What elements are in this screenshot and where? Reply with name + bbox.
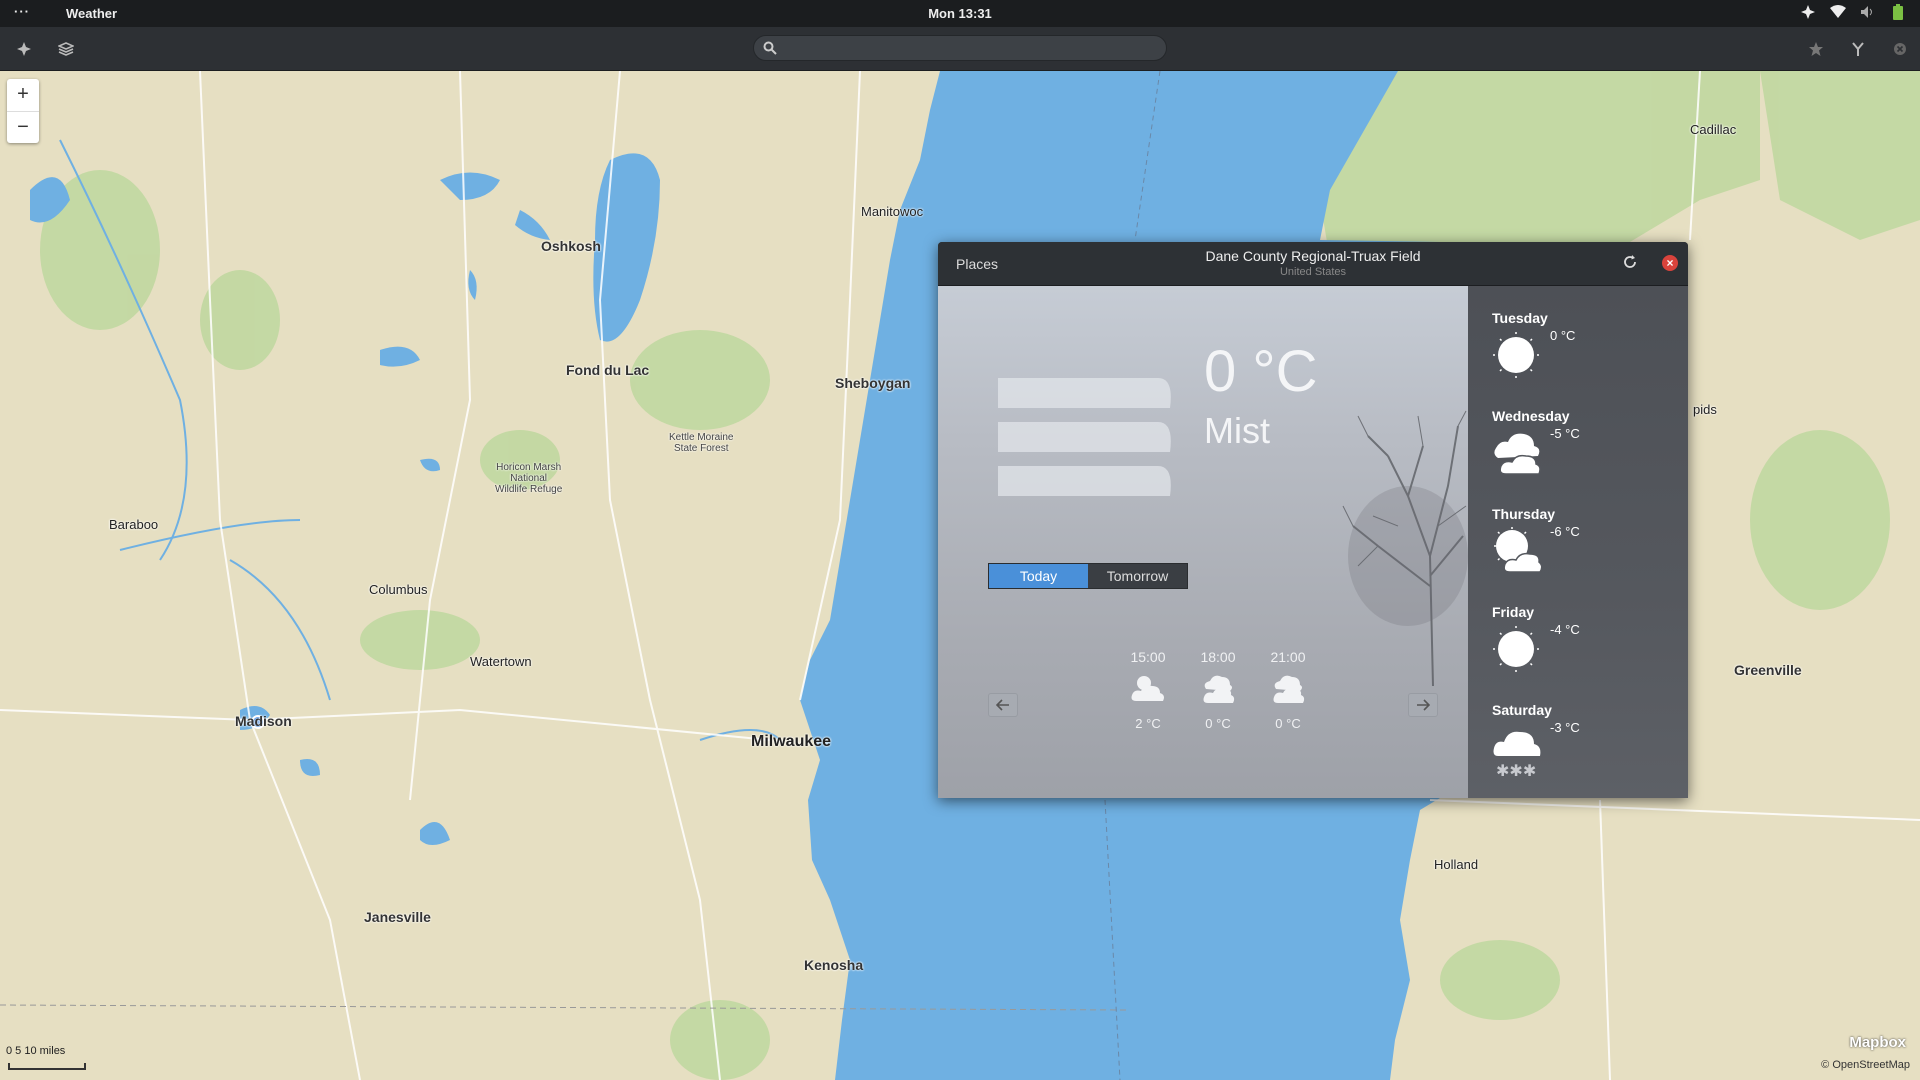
favorite-button[interactable] [1804, 37, 1828, 61]
map-label: Janesville [364, 909, 431, 925]
zoom-in-button[interactable]: + [7, 79, 39, 112]
zoom-out-button[interactable]: − [7, 112, 39, 144]
background-tree [1342, 410, 1468, 686]
map-label: Greenville [1734, 662, 1802, 678]
wifi-icon[interactable] [1830, 4, 1846, 20]
forecast-day-name: Saturday [1492, 702, 1552, 718]
hourly-prev-button[interactable] [988, 693, 1018, 717]
hourly-temp: 0 °C [1275, 716, 1301, 731]
forecast-day: Thursday -6 °C [1492, 506, 1682, 596]
weather-dialog: Places Dane County Regional-Truax Field … [938, 242, 1688, 798]
arrow-right-icon [1417, 699, 1430, 711]
sun-icon [1493, 332, 1539, 378]
hourly-item: 21:00 0 °C [1258, 649, 1318, 731]
search-icon [763, 41, 777, 60]
attribution-link[interactable]: © OpenStreetMap [1821, 1059, 1910, 1071]
map-label: Holland [1434, 857, 1479, 872]
map-label: Oshkosh [541, 238, 601, 254]
hourly-time: 18:00 [1200, 649, 1236, 665]
top-panel: ··· Weather Mon 13:31 [0, 0, 1920, 27]
forecast-temp: -6 °C [1550, 524, 1580, 539]
forecast-day: Tuesday 0 °C [1492, 310, 1682, 400]
svg-text:✱✱✱: ✱✱✱ [1496, 761, 1536, 778]
day-tabs: Today Tomorrow [988, 563, 1188, 589]
hourly-item: 18:00 0 °C [1188, 649, 1248, 731]
forecast-day-name: Tuesday [1492, 310, 1548, 326]
map-label: Watertown [470, 654, 532, 669]
map-label: Milwaukee [751, 733, 832, 750]
partly-cloudy-icon [1494, 527, 1542, 573]
search-bar[interactable] [753, 35, 1167, 61]
dialog-close-button[interactable]: × [1662, 255, 1678, 271]
hourly-item: 15:00 2 °C [1118, 649, 1178, 731]
map-label: Madison [235, 713, 292, 729]
dialog-header: Places Dane County Regional-Truax Field … [938, 242, 1688, 286]
hourly-temp: 2 °C [1135, 716, 1161, 731]
system-tray[interactable] [1800, 4, 1906, 20]
hourly-time: 15:00 [1130, 649, 1166, 665]
forecast-day-name: Friday [1492, 604, 1535, 620]
map-label: Manitowoc [861, 204, 924, 219]
sun-icon [1493, 626, 1539, 672]
search-input[interactable] [786, 39, 1160, 59]
arrow-left-icon [996, 699, 1009, 711]
map-label: Columbus [369, 582, 428, 597]
cloud-icon [1203, 675, 1235, 703]
forecast-day: Friday -4 °C [1492, 604, 1682, 694]
forecast-day: Wednesday -5 °C [1492, 408, 1682, 498]
current-condition: Mist [1204, 410, 1270, 451]
hourly-next-button[interactable] [1408, 693, 1438, 717]
window-close-button[interactable] [1888, 37, 1912, 61]
hourly-temp: 0 °C [1205, 716, 1231, 731]
forecast-temp: 0 °C [1550, 328, 1576, 343]
clouds-icon [1494, 433, 1541, 475]
current-temperature: 0 °C [1204, 339, 1318, 404]
scale-label: 0 5 10 miles [6, 1045, 66, 1057]
forecast-day-name: Wednesday [1492, 408, 1570, 424]
close-icon [1894, 43, 1906, 55]
mapbox-logo[interactable]: Mapbox [1849, 1034, 1906, 1051]
forecast-temp: -4 °C [1550, 622, 1580, 637]
refresh-icon [1624, 255, 1636, 268]
zoom-controls: + − [7, 79, 39, 143]
route-icon [1852, 42, 1864, 56]
snow-icon: ✱✱✱ [1493, 731, 1541, 778]
map-label: Fond du Lac [566, 362, 650, 378]
volume-icon[interactable] [1860, 4, 1876, 20]
mist-icon [998, 378, 1171, 496]
map-label: Cadillac [1690, 122, 1737, 137]
route-button[interactable] [1846, 37, 1870, 61]
map-label: pids [1693, 402, 1717, 417]
scale-bar [8, 1063, 86, 1070]
refresh-button[interactable] [1622, 254, 1638, 275]
battery-icon[interactable] [1890, 4, 1906, 20]
star-icon [1809, 42, 1823, 56]
dialog-subtitle: United States [1279, 266, 1347, 278]
forecast-temp: -5 °C [1550, 426, 1580, 441]
clock[interactable]: Mon 13:31 [928, 6, 992, 21]
map-label: Kenosha [804, 957, 864, 973]
tab-today[interactable]: Today [989, 564, 1088, 588]
location-arrow-icon [17, 42, 31, 56]
forecast-panel: Tuesday 0 °C Wednesday -5 °C Thursday -6… [1468, 286, 1688, 798]
dialog-title: Dane County Regional-Truax Field [1205, 248, 1421, 264]
map-area-label: Kettle Moraine State Forest [669, 432, 734, 454]
cloud-icon [1273, 675, 1305, 703]
cloud-sun-icon [1131, 676, 1164, 701]
forecast-day: Saturday -3 °C ✱✱✱ [1492, 702, 1682, 792]
tab-tomorrow[interactable]: Tomorrow [1088, 564, 1187, 588]
location-icon[interactable] [1800, 4, 1816, 20]
forecast-day-name: Thursday [1492, 506, 1556, 522]
goto-location-button[interactable] [12, 37, 36, 61]
map-area-label: Horicon Marsh National Wildlife Refuge [495, 462, 563, 495]
map-label: Sheboygan [835, 375, 911, 391]
current-weather-panel: 0 °C Mist Today Tomorrow 15:00 2 °C 18:0… [938, 286, 1468, 798]
map-label: Baraboo [109, 517, 159, 532]
hourly-time: 21:00 [1270, 649, 1306, 665]
forecast-temp: -3 °C [1550, 720, 1580, 735]
header-bar [0, 27, 1920, 71]
layers-icon [58, 42, 74, 56]
layers-button[interactable] [54, 37, 78, 61]
